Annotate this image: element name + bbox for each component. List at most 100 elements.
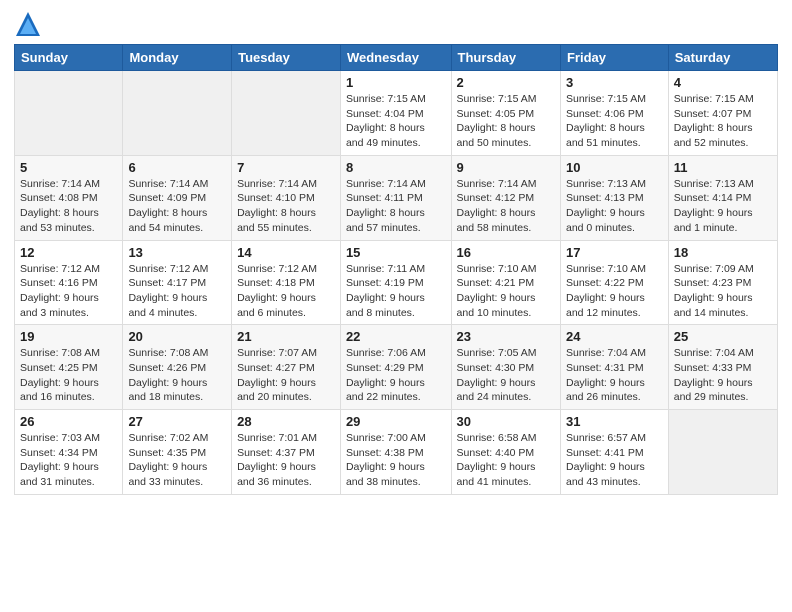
calendar-cell: 24 Sunrise: 7:04 AM Sunset: 4:31 PM Dayli…	[560, 325, 668, 410]
week-row-4: 19Sunrise: 7:08 AM Sunset: 4:25 PM Dayli…	[15, 325, 778, 410]
day-info: Sunrise: 7:02 AM Sunset: 4:35 PM Dayligh…	[128, 431, 226, 490]
calendar-cell: 27 Sunrise: 7:02 AM Sunset: 4:35 PM Dayli…	[123, 410, 232, 495]
day-info: Sunrise: 7:14 AM Sunset: 4:12 PM Dayligh…	[457, 177, 555, 236]
day-info: Sunrise: 7:15 AM Sunset: 4:04 PM Dayligh…	[346, 92, 446, 151]
week-row-1: 1 Sunrise: 7:15 AM Sunset: 4:04 PM Daylig…	[15, 71, 778, 156]
calendar-cell: 29Sunrise: 7:00 AM Sunset: 4:38 PM Dayli…	[340, 410, 451, 495]
day-number: 4	[674, 75, 772, 90]
day-info: Sunrise: 7:11 AM Sunset: 4:19 PM Dayligh…	[346, 262, 446, 321]
calendar-cell	[15, 71, 123, 156]
day-number: 21	[237, 329, 335, 344]
day-info: Sunrise: 7:15 AM Sunset: 4:06 PM Dayligh…	[566, 92, 663, 151]
day-info: Sunrise: 7:01 AM Sunset: 4:37 PM Dayligh…	[237, 431, 335, 490]
day-info: Sunrise: 7:04 AM Sunset: 4:33 PM Dayligh…	[674, 346, 772, 405]
calendar-cell: 6 Sunrise: 7:14 AM Sunset: 4:09 PM Daylig…	[123, 155, 232, 240]
calendar-cell: 22Sunrise: 7:06 AM Sunset: 4:29 PM Dayli…	[340, 325, 451, 410]
calendar-cell: 5 Sunrise: 7:14 AM Sunset: 4:08 PM Daylig…	[15, 155, 123, 240]
page-header	[14, 10, 778, 38]
calendar-table: SundayMondayTuesdayWednesdayThursdayFrid…	[14, 44, 778, 495]
calendar-cell: 13 Sunrise: 7:12 AM Sunset: 4:17 PM Dayli…	[123, 240, 232, 325]
calendar-cell: 7 Sunrise: 7:14 AM Sunset: 4:10 PM Daylig…	[232, 155, 341, 240]
day-info: Sunrise: 7:07 AM Sunset: 4:27 PM Dayligh…	[237, 346, 335, 405]
day-number: 7	[237, 160, 335, 175]
day-number: 3	[566, 75, 663, 90]
week-row-5: 26 Sunrise: 7:03 AM Sunset: 4:34 PM Dayli…	[15, 410, 778, 495]
day-number: 13	[128, 245, 226, 260]
day-number: 31	[566, 414, 663, 429]
day-info: Sunrise: 7:10 AM Sunset: 4:21 PM Dayligh…	[457, 262, 555, 321]
calendar-cell: 3 Sunrise: 7:15 AM Sunset: 4:06 PM Daylig…	[560, 71, 668, 156]
day-info: Sunrise: 7:10 AM Sunset: 4:22 PM Dayligh…	[566, 262, 663, 321]
logo-icon	[14, 10, 42, 38]
calendar-cell: 12Sunrise: 7:12 AM Sunset: 4:16 PM Dayli…	[15, 240, 123, 325]
calendar-cell: 4 Sunrise: 7:15 AM Sunset: 4:07 PM Daylig…	[668, 71, 777, 156]
calendar-cell: 16 Sunrise: 7:10 AM Sunset: 4:21 PM Dayli…	[451, 240, 560, 325]
weekday-header-friday: Friday	[560, 45, 668, 71]
day-number: 18	[674, 245, 772, 260]
calendar-cell: 8 Sunrise: 7:14 AM Sunset: 4:11 PM Daylig…	[340, 155, 451, 240]
calendar-cell: 31 Sunrise: 6:57 AM Sunset: 4:41 PM Dayli…	[560, 410, 668, 495]
week-row-3: 12Sunrise: 7:12 AM Sunset: 4:16 PM Dayli…	[15, 240, 778, 325]
weekday-header-monday: Monday	[123, 45, 232, 71]
weekday-header-saturday: Saturday	[668, 45, 777, 71]
day-info: Sunrise: 7:14 AM Sunset: 4:08 PM Dayligh…	[20, 177, 117, 236]
day-number: 12	[20, 245, 117, 260]
day-info: Sunrise: 7:03 AM Sunset: 4:34 PM Dayligh…	[20, 431, 117, 490]
day-info: Sunrise: 7:04 AM Sunset: 4:31 PM Dayligh…	[566, 346, 663, 405]
calendar-cell: 9Sunrise: 7:14 AM Sunset: 4:12 PM Daylig…	[451, 155, 560, 240]
day-number: 6	[128, 160, 226, 175]
day-number: 20	[128, 329, 226, 344]
calendar-cell: 25 Sunrise: 7:04 AM Sunset: 4:33 PM Dayli…	[668, 325, 777, 410]
day-number: 1	[346, 75, 446, 90]
day-info: Sunrise: 7:13 AM Sunset: 4:13 PM Dayligh…	[566, 177, 663, 236]
day-number: 23	[457, 329, 555, 344]
day-info: Sunrise: 7:08 AM Sunset: 4:26 PM Dayligh…	[128, 346, 226, 405]
day-info: Sunrise: 7:12 AM Sunset: 4:18 PM Dayligh…	[237, 262, 335, 321]
day-number: 14	[237, 245, 335, 260]
calendar-cell: 23 Sunrise: 7:05 AM Sunset: 4:30 PM Dayli…	[451, 325, 560, 410]
day-info: Sunrise: 7:14 AM Sunset: 4:10 PM Dayligh…	[237, 177, 335, 236]
day-info: Sunrise: 7:05 AM Sunset: 4:30 PM Dayligh…	[457, 346, 555, 405]
day-info: Sunrise: 7:14 AM Sunset: 4:09 PM Dayligh…	[128, 177, 226, 236]
day-number: 15	[346, 245, 446, 260]
week-row-2: 5 Sunrise: 7:14 AM Sunset: 4:08 PM Daylig…	[15, 155, 778, 240]
calendar-cell: 15 Sunrise: 7:11 AM Sunset: 4:19 PM Dayli…	[340, 240, 451, 325]
day-number: 16	[457, 245, 555, 260]
weekday-header-thursday: Thursday	[451, 45, 560, 71]
calendar-cell: 11 Sunrise: 7:13 AM Sunset: 4:14 PM Dayli…	[668, 155, 777, 240]
day-number: 25	[674, 329, 772, 344]
weekday-header-tuesday: Tuesday	[232, 45, 341, 71]
day-number: 8	[346, 160, 446, 175]
calendar-cell	[232, 71, 341, 156]
calendar-cell: 26 Sunrise: 7:03 AM Sunset: 4:34 PM Dayli…	[15, 410, 123, 495]
day-number: 26	[20, 414, 117, 429]
day-number: 27	[128, 414, 226, 429]
calendar-cell: 2 Sunrise: 7:15 AM Sunset: 4:05 PM Daylig…	[451, 71, 560, 156]
day-number: 28	[237, 414, 335, 429]
calendar-cell	[123, 71, 232, 156]
day-info: Sunrise: 6:57 AM Sunset: 4:41 PM Dayligh…	[566, 431, 663, 490]
day-number: 5	[20, 160, 117, 175]
calendar-cell: 30Sunrise: 6:58 AM Sunset: 4:40 PM Dayli…	[451, 410, 560, 495]
day-info: Sunrise: 7:13 AM Sunset: 4:14 PM Dayligh…	[674, 177, 772, 236]
calendar-cell: 1 Sunrise: 7:15 AM Sunset: 4:04 PM Daylig…	[340, 71, 451, 156]
calendar-cell: 20 Sunrise: 7:08 AM Sunset: 4:26 PM Dayli…	[123, 325, 232, 410]
day-info: Sunrise: 7:09 AM Sunset: 4:23 PM Dayligh…	[674, 262, 772, 321]
weekday-header-row: SundayMondayTuesdayWednesdayThursdayFrid…	[15, 45, 778, 71]
calendar-cell: 21 Sunrise: 7:07 AM Sunset: 4:27 PM Dayli…	[232, 325, 341, 410]
calendar-cell: 14 Sunrise: 7:12 AM Sunset: 4:18 PM Dayli…	[232, 240, 341, 325]
calendar-cell: 10 Sunrise: 7:13 AM Sunset: 4:13 PM Dayli…	[560, 155, 668, 240]
calendar-cell: 19Sunrise: 7:08 AM Sunset: 4:25 PM Dayli…	[15, 325, 123, 410]
day-number: 24	[566, 329, 663, 344]
day-info: Sunrise: 7:15 AM Sunset: 4:05 PM Dayligh…	[457, 92, 555, 151]
day-number: 29	[346, 414, 446, 429]
day-info: Sunrise: 7:14 AM Sunset: 4:11 PM Dayligh…	[346, 177, 446, 236]
logo	[14, 10, 46, 38]
day-info: Sunrise: 7:12 AM Sunset: 4:17 PM Dayligh…	[128, 262, 226, 321]
day-info: Sunrise: 7:15 AM Sunset: 4:07 PM Dayligh…	[674, 92, 772, 151]
day-number: 19	[20, 329, 117, 344]
day-number: 11	[674, 160, 772, 175]
day-number: 17	[566, 245, 663, 260]
day-number: 2	[457, 75, 555, 90]
day-number: 10	[566, 160, 663, 175]
